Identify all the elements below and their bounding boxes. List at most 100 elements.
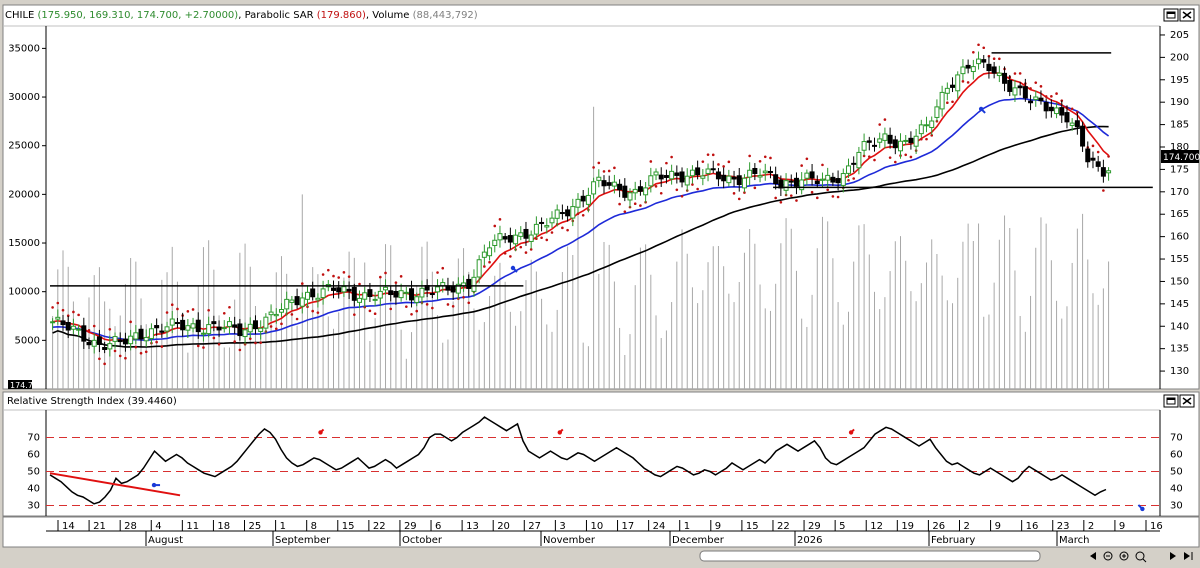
sar-dot xyxy=(108,327,112,331)
rsi-tick-label-left: 30 xyxy=(27,501,40,512)
sar-label: Parabolic SAR xyxy=(245,10,314,21)
month-label: March xyxy=(1059,535,1089,546)
candle-up xyxy=(726,175,732,184)
sar-dot xyxy=(103,362,106,366)
candle-down xyxy=(523,228,529,239)
candle-down xyxy=(507,235,513,243)
sar-dot xyxy=(1044,95,1048,98)
day-label: 26 xyxy=(932,521,945,532)
sar-dot xyxy=(873,158,876,162)
candle-down xyxy=(211,321,217,325)
candle-down xyxy=(866,140,872,143)
day-label: 10 xyxy=(590,521,603,532)
sar-dot xyxy=(384,271,387,275)
candle-down xyxy=(502,236,508,240)
sar-dot xyxy=(602,170,606,173)
sar-dot xyxy=(368,309,372,313)
candle-down xyxy=(752,167,758,174)
sar-dot xyxy=(77,313,80,317)
candle-down xyxy=(117,339,123,343)
candle-up xyxy=(976,58,982,65)
candle-up xyxy=(913,135,919,147)
sar-dot xyxy=(982,46,986,50)
candle-up xyxy=(528,234,534,242)
sar-dot xyxy=(498,218,502,221)
sar-dot xyxy=(951,100,954,104)
candle-down xyxy=(429,293,435,296)
candle-up xyxy=(435,286,441,293)
price-panel-maximize-button[interactable] xyxy=(1163,8,1179,22)
sar-dot xyxy=(675,188,679,192)
day-label: 3 xyxy=(559,521,565,532)
volume-tick-label: 10000 xyxy=(8,287,40,298)
day-label: 9 xyxy=(995,521,1001,532)
sar-dot xyxy=(51,306,54,309)
scrollbar-thumb[interactable] xyxy=(699,550,1041,562)
candle-down xyxy=(835,178,841,184)
candle-up xyxy=(924,124,930,127)
candle-up xyxy=(487,247,493,257)
rsi-panel-maximize-button[interactable] xyxy=(1163,394,1179,408)
day-label: 20 xyxy=(497,521,510,532)
sar-dot xyxy=(410,312,413,316)
day-label: 11 xyxy=(186,521,199,532)
sar-dot xyxy=(925,137,928,141)
rsi-tick-label-right: 50 xyxy=(1170,467,1183,478)
candle-down xyxy=(809,171,815,179)
candle-down xyxy=(96,336,102,345)
sar-dot xyxy=(1102,189,1105,192)
sar-dot xyxy=(118,354,122,358)
sar-dot xyxy=(623,210,627,213)
sar-dot xyxy=(639,204,642,207)
rsi-panel-close-button[interactable] xyxy=(1179,394,1195,408)
day-label: 1 xyxy=(684,521,690,532)
sar-dot xyxy=(711,153,715,157)
sar-dot xyxy=(155,340,158,344)
volume-tick-label: 5000 xyxy=(15,335,40,346)
candle-up xyxy=(804,172,810,179)
candle-up xyxy=(315,297,321,301)
price-tick-label: 155 xyxy=(1170,254,1189,265)
sar-dot xyxy=(961,80,965,83)
volume-value: (88,443,792) xyxy=(413,10,478,21)
sar-dot xyxy=(488,260,491,264)
candle-down xyxy=(1090,157,1096,161)
chart-canvas: 1301351401451501551601651701751801851901… xyxy=(0,0,1200,564)
candle-down xyxy=(871,144,877,147)
sar-dot xyxy=(545,238,549,242)
candle-up xyxy=(304,291,310,300)
sar-dot xyxy=(561,226,564,230)
candle-down xyxy=(1038,97,1044,102)
arrow-head-icon xyxy=(318,430,323,435)
candle-up xyxy=(762,170,768,174)
sar-dot xyxy=(831,195,835,198)
rsi-tick-label-right: 60 xyxy=(1170,450,1183,461)
sar-dot xyxy=(113,349,117,353)
sar-dot xyxy=(170,303,174,306)
arrow-head-icon xyxy=(557,430,562,435)
candle-up xyxy=(414,296,420,303)
sar-dot xyxy=(238,348,242,352)
sar-dot xyxy=(665,161,668,165)
day-label: 16 xyxy=(1026,521,1039,532)
price-panel-close-button[interactable] xyxy=(1179,8,1195,22)
candle-up xyxy=(377,290,383,299)
day-label: 29 xyxy=(808,521,821,532)
sar-dot xyxy=(295,317,299,321)
candle-up xyxy=(903,139,909,142)
sar-dot xyxy=(706,153,710,156)
rsi-tick-label-right: 70 xyxy=(1170,433,1183,444)
candle-down xyxy=(174,322,180,325)
candle-up xyxy=(1012,87,1018,96)
sar-dot xyxy=(920,137,923,141)
sar-dot xyxy=(92,324,96,328)
day-label: 9 xyxy=(715,521,721,532)
candle-up xyxy=(148,328,154,339)
candle-up xyxy=(549,217,555,224)
sar-dot xyxy=(815,196,819,200)
candle-down xyxy=(388,290,394,296)
candle-up xyxy=(273,313,279,317)
candle-up xyxy=(221,327,227,330)
candle-down xyxy=(736,175,742,186)
candle-down xyxy=(1095,161,1101,167)
